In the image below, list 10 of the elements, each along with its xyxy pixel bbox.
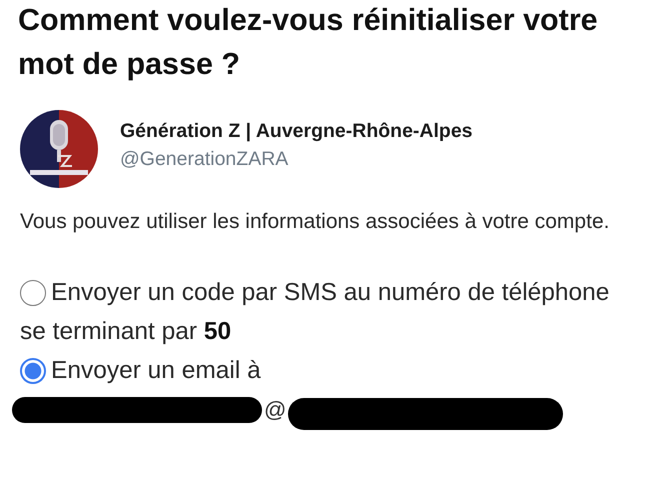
- email-text: @: [264, 397, 286, 423]
- radio-button[interactable]: [20, 358, 46, 384]
- description-text: Vous pouvez utiliser les informations associées à votre compte.: [20, 209, 610, 235]
- account-name: Génération Z | Auvergne-Rhône-Alpes: [120, 119, 473, 144]
- option-label: se terminant par 50: [20, 317, 232, 347]
- radio-button[interactable]: [20, 280, 46, 306]
- page-title: Comment voulez-vous réinitialiser votre mot de passe ?: [18, 2, 599, 83]
- account-handle: @GenerationZARA: [120, 147, 290, 172]
- option-label: Envoyer un email à: [51, 356, 261, 386]
- option-label: Envoyer un code par SMS au numéro de téléphone: [51, 278, 610, 308]
